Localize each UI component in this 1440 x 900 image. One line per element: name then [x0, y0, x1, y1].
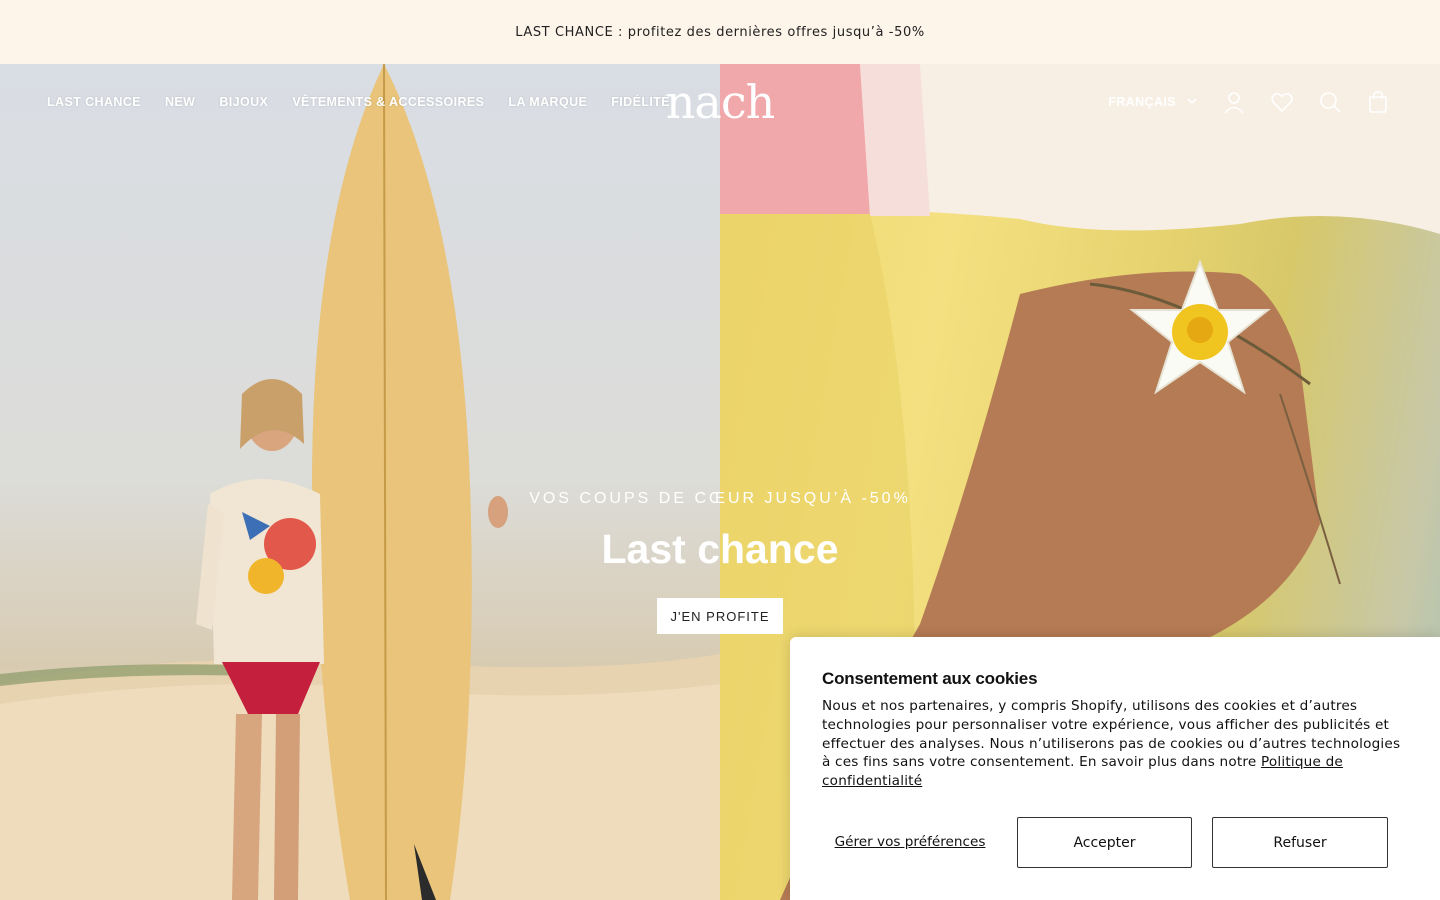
language-label: FRANÇAIS [1108, 95, 1176, 109]
nav-item-la-marque[interactable]: LA MARQUE [508, 95, 587, 109]
cookie-consent-banner: Consentement aux cookies Nous et nos par… [790, 637, 1440, 900]
hero-eyebrow: VOS COUPS DE CŒUR JUSQU’À -50% [529, 490, 911, 507]
hero-cta-button[interactable]: J'EN PROFITE [657, 598, 783, 634]
search-icon[interactable] [1318, 90, 1342, 114]
nav-actions: FRANÇAIS [1108, 64, 1390, 140]
account-icon[interactable] [1222, 90, 1246, 114]
nav-item-last-chance[interactable]: LAST CHANCE [47, 95, 141, 109]
nav-item-new[interactable]: NEW [165, 95, 195, 109]
hero-title: Last chance [601, 526, 839, 572]
nav-item-bijoux[interactable]: BIJOUX [219, 95, 268, 109]
chevron-down-icon [1186, 95, 1198, 110]
refuse-button[interactable]: Refuser [1212, 817, 1388, 868]
nav-item-vetements-accessoires[interactable]: VÊTEMENTS & ACCESSOIRES [292, 95, 484, 109]
manage-preferences-link[interactable]: Gérer vos préférences [822, 817, 998, 867]
cookie-title: Consentement aux cookies [822, 669, 1038, 688]
bag-icon[interactable] [1366, 90, 1390, 114]
nav-menu: LAST CHANCE NEW BIJOUX VÊTEMENTS & ACCES… [47, 64, 670, 140]
language-selector[interactable]: FRANÇAIS [1108, 95, 1198, 110]
hero-image-left [0, 64, 720, 900]
announcement-bar: LAST CHANCE : profitez des dernières off… [0, 0, 1440, 64]
main-navigation: LAST CHANCE NEW BIJOUX VÊTEMENTS & ACCES… [0, 64, 1440, 140]
accept-button[interactable]: Accepter [1017, 817, 1192, 868]
announcement-text: LAST CHANCE : profitez des dernières off… [515, 24, 925, 40]
brand-logo[interactable]: nach [658, 76, 782, 128]
cookie-description: Nous et nos partenaires, y compris Shopi… [822, 697, 1402, 791]
heart-icon[interactable] [1270, 90, 1294, 114]
hero-content: VOS COUPS DE CŒUR JUSQU’À -50% Last chan… [420, 490, 1020, 573]
